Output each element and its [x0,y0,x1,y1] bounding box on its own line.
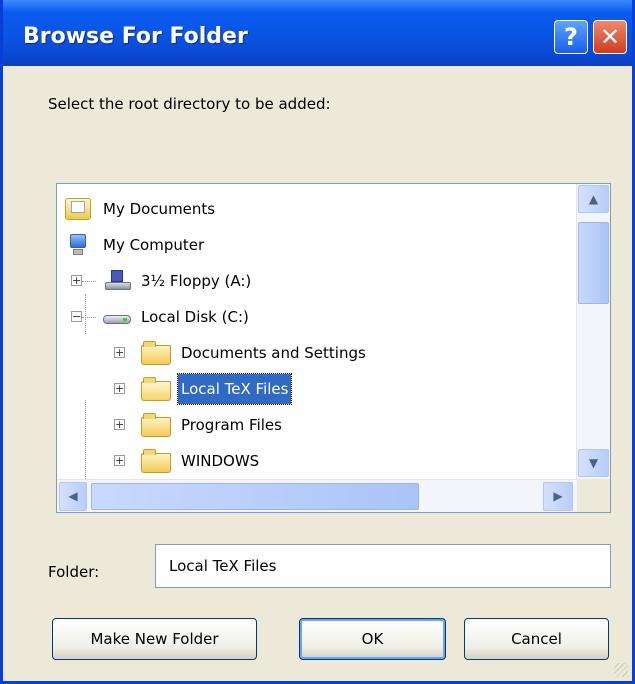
folder-name-input[interactable] [155,544,611,588]
scroll-down-button[interactable]: ▼ [578,449,609,477]
computer-icon [68,234,86,256]
question-mark-icon: ? [564,23,578,51]
documents-folder-icon [65,198,91,220]
folder-field-label: Folder: [48,563,100,581]
tree-item-label: WINDOWS [181,452,260,470]
scroll-up-button[interactable]: ▲ [578,185,609,213]
tree-item-label: Local Disk (C:) [141,308,249,326]
hard-disk-icon [101,306,133,328]
horizontal-scroll-thumb[interactable] [91,483,419,510]
expand-icon[interactable]: + [71,275,82,286]
tree-item-label: Documents and Settings [181,344,366,362]
scroll-left-button[interactable]: ◀ [59,482,87,511]
ok-button[interactable]: OK [299,618,446,660]
vertical-scroll-thumb[interactable] [578,222,609,304]
folder-icon [141,341,171,365]
chevron-right-icon: ▶ [553,489,563,503]
open-folder-icon [141,377,171,401]
tree-item-label: Local TeX Files [176,373,293,405]
collapse-icon[interactable]: − [71,311,82,322]
window-title: Browse For Folder [23,24,248,49]
floppy-drive-icon [101,270,133,292]
title-bar[interactable]: Browse For Folder ? ✕ [3,0,632,66]
expand-icon[interactable]: + [114,383,125,394]
chevron-down-icon: ▼ [588,456,599,470]
tree-item-label: 3½ Floppy (A:) [141,272,252,290]
browse-for-folder-dialog: Browse For Folder ? ✕ Select the root di… [0,0,635,684]
scroll-right-button[interactable]: ▶ [543,482,573,511]
help-button[interactable]: ? [554,20,588,54]
tree-line [85,294,86,334]
tree-item-label: My Documents [103,200,216,218]
expand-icon[interactable]: + [114,419,125,430]
expand-icon[interactable]: + [114,455,125,466]
tree-item-label: Program Files [181,416,282,434]
horizontal-scrollbar[interactable]: ◀ ▶ [57,479,578,512]
expand-icon[interactable]: + [114,347,125,358]
make-new-folder-button[interactable]: Make New Folder [52,618,257,660]
folder-icon [141,413,171,437]
close-icon: ✕ [599,23,621,51]
tree-item-label: My Computer [103,236,205,254]
folder-tree[interactable]: My Documents My Computer + 3½ Floppy (A:… [56,183,611,513]
chevron-up-icon: ▲ [588,192,599,206]
close-button[interactable]: ✕ [593,20,627,54]
scrollbar-corner [577,479,610,512]
folder-icon [141,449,171,473]
vertical-scrollbar[interactable]: ▲ ▼ [576,184,610,479]
dialog-prompt: Select the root directory to be added: [48,95,331,113]
resize-grip-icon[interactable] [614,663,628,677]
cancel-button[interactable]: Cancel [464,618,609,660]
chevron-left-icon: ◀ [68,489,78,503]
